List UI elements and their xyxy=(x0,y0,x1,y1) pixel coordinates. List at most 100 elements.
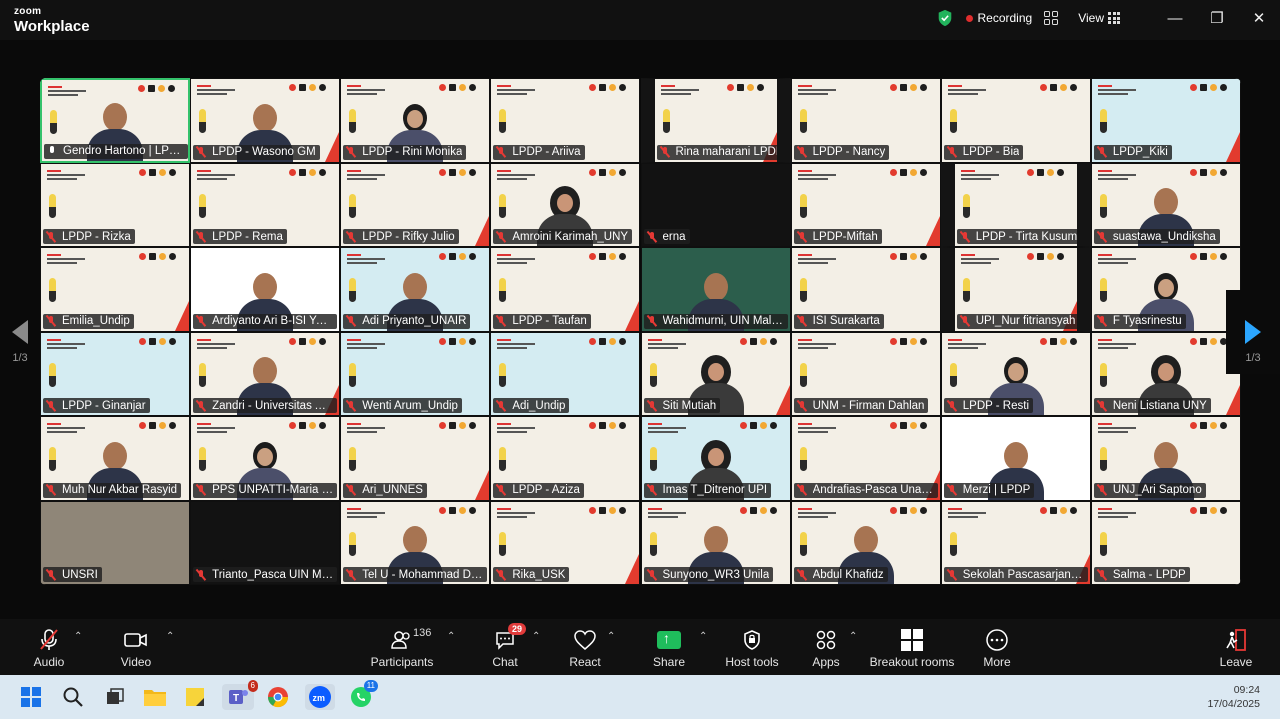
participant-tile[interactable]: Salma - LPDP xyxy=(1090,500,1241,585)
slide-decoration xyxy=(139,253,183,261)
participant-tile[interactable]: F Tyasrinestu xyxy=(1090,247,1241,332)
participant-tile[interactable]: LPDP - Taufan xyxy=(490,247,641,332)
participant-tile[interactable]: Tel U - Mohammad Dinda xyxy=(340,500,491,585)
arrow-left-icon[interactable] xyxy=(12,320,28,344)
microphone-muted-icon xyxy=(1096,146,1108,158)
microphone-muted-icon xyxy=(345,315,357,327)
close-button[interactable]: ✕ xyxy=(1238,0,1280,36)
participant-tile[interactable]: Sekolah Pascasarjana UNS xyxy=(940,500,1091,585)
share-button[interactable]: Share xyxy=(629,627,709,669)
search-icon[interactable] xyxy=(60,684,86,710)
participant-tile[interactable]: LPDP - Rifky Julio xyxy=(340,162,491,247)
security-shield-icon[interactable] xyxy=(936,9,954,27)
microphone-muted-icon xyxy=(946,146,958,158)
slide-header xyxy=(497,507,541,522)
participant-tile[interactable]: Trianto_Pasca UIN Malang xyxy=(190,500,341,585)
task-view-icon[interactable] xyxy=(102,684,128,710)
participant-tile[interactable]: Sunyono_WR3 Unila xyxy=(640,500,791,585)
participant-tile[interactable]: LPDP_Kiki xyxy=(1090,78,1241,163)
whatsapp-icon[interactable]: 11 xyxy=(348,680,378,710)
view-button[interactable]: View xyxy=(1078,11,1104,25)
audio-options-chevron-icon[interactable]: ⌃ xyxy=(74,631,82,642)
slide-pill-graphic xyxy=(349,278,357,302)
participant-tile[interactable]: LPDP - Ginanjar xyxy=(40,331,190,416)
leave-button[interactable]: Leave xyxy=(1196,627,1276,669)
restore-button[interactable]: ❐ xyxy=(1196,0,1238,36)
host-tools-button[interactable]: Host tools xyxy=(712,627,792,669)
video-button[interactable]: Video xyxy=(96,627,176,669)
participants-button[interactable]: 136 Participants xyxy=(362,627,442,669)
system-clock[interactable]: 09:24 17/04/2025 xyxy=(1207,683,1260,711)
participant-tile[interactable]: suastawa_Undiksha xyxy=(1090,162,1241,247)
participant-tile[interactable]: LPDP - Aziza xyxy=(490,416,641,501)
participant-tile[interactable]: Abdul Khafidz xyxy=(790,500,941,585)
file-explorer-icon[interactable] xyxy=(142,684,168,710)
view-grid-icon[interactable] xyxy=(1108,12,1120,24)
participant-tile[interactable]: Neni Listiana UNY xyxy=(1090,331,1241,416)
participant-tile[interactable]: Adi_Undip xyxy=(490,331,641,416)
participant-tile[interactable]: LPDP - Resti xyxy=(940,331,1091,416)
participant-tile[interactable]: Wahidmurni, UIN Malang xyxy=(640,247,791,332)
previous-page[interactable]: 1/3 xyxy=(0,290,40,374)
participant-tile[interactable]: UNSRI xyxy=(40,500,190,585)
minimize-button[interactable]: — xyxy=(1154,0,1196,36)
participant-tile[interactable]: Ardiyanto Ari B-ISI Yogyakarta xyxy=(190,247,341,332)
chat-options-chevron-icon[interactable]: ⌃ xyxy=(532,631,540,642)
apps-options-chevron-icon[interactable]: ⌃ xyxy=(849,631,857,642)
whatsapp-badge: 11 xyxy=(363,680,378,692)
share-options-chevron-icon[interactable]: ⌃ xyxy=(699,631,707,642)
participant-tile[interactable]: Ari_UNNES xyxy=(340,416,491,501)
microphone-muted-icon xyxy=(495,146,507,158)
breakout-rooms-button[interactable]: Breakout rooms xyxy=(870,627,954,669)
more-button[interactable]: More xyxy=(957,627,1037,669)
participant-tile[interactable]: LPDP - Nancy xyxy=(790,78,941,163)
teams-icon[interactable]: T 6 xyxy=(222,680,258,710)
meeting-toolbar: Audio ⌃ Video ⌃ 136 Participants ⌃ 29 Ch… xyxy=(0,619,1280,675)
participant-tile[interactable]: LPDP - Rini Monika xyxy=(340,78,491,163)
recording-label[interactable]: Recording xyxy=(978,11,1033,25)
participant-tile[interactable]: Adi Priyanto_UNAIR xyxy=(340,247,491,332)
participant-name: Wenti Arum_Undip xyxy=(362,399,458,412)
participants-options-chevron-icon[interactable]: ⌃ xyxy=(447,631,455,642)
participant-tile[interactable]: Rina maharani LPDP xyxy=(640,78,791,163)
participant-tile[interactable]: UNJ_Ari Saptono xyxy=(1090,416,1241,501)
participant-tile[interactable]: Merzi | LPDP xyxy=(940,416,1091,501)
svg-text:zm: zm xyxy=(313,693,326,703)
next-page[interactable]: 1/3 xyxy=(1226,290,1280,374)
participant-tile[interactable]: UPI_Nur fitriansyah xyxy=(940,247,1091,332)
participant-tile[interactable]: erna xyxy=(640,162,791,247)
participant-tile[interactable]: Zandri - Universitas Andalas xyxy=(190,331,341,416)
participant-tile[interactable]: Siti Mutiah xyxy=(640,331,791,416)
participant-tile[interactable]: Amroini Karimah_UNY xyxy=(490,162,641,247)
chrome-icon[interactable] xyxy=(265,684,291,710)
participant-nameplate: LPDP - Tirta Kusuma xyxy=(956,229,1077,244)
participant-tile[interactable]: Gendro Hartono | LPDP xyxy=(40,78,190,163)
zoom-taskbar-icon[interactable]: zm xyxy=(305,684,335,710)
participant-tile[interactable]: Imas T_Ditrenor UPI xyxy=(640,416,791,501)
slide-header xyxy=(1097,423,1142,437)
participant-tile[interactable]: LPDP-Miftah xyxy=(790,162,941,247)
participant-tile[interactable]: Andrafias-Pasca Unand xyxy=(790,416,941,501)
participant-tile[interactable]: ISI Surakarta xyxy=(790,247,941,332)
participant-tile[interactable]: LPDP - Wasono GM xyxy=(190,78,341,163)
sticky-notes-icon[interactable] xyxy=(182,684,208,710)
gallery-grid-icon[interactable] xyxy=(1044,11,1059,25)
participant-tile[interactable]: UNM - Firman Dahlan xyxy=(790,331,941,416)
arrow-right-icon[interactable] xyxy=(1245,320,1261,344)
participants-icon xyxy=(391,631,410,649)
participant-nameplate: UPI_Nur fitriansyah xyxy=(956,313,1077,329)
windows-start-icon[interactable] xyxy=(18,684,44,710)
participant-tile[interactable]: LPDP - Tirta Kusuma xyxy=(940,162,1091,247)
participant-tile[interactable]: LPDP - Rizka xyxy=(40,162,190,247)
title-bar-controls: Recording View — ❐ ✕ xyxy=(936,0,1280,36)
participant-tile[interactable]: Wenti Arum_Undip xyxy=(340,331,491,416)
participant-tile[interactable]: PPS UNPATTI-Maria Nendissa xyxy=(190,416,341,501)
participant-tile[interactable]: Emilia_Undip xyxy=(40,247,190,332)
participant-tile[interactable]: LPDP - Ariiva xyxy=(490,78,641,163)
participant-tile[interactable]: Muh Nur Akbar Rasyid xyxy=(40,416,190,501)
react-options-chevron-icon[interactable]: ⌃ xyxy=(607,631,615,642)
participant-tile[interactable]: LPDP - Rema xyxy=(190,162,341,247)
participant-tile[interactable]: Rika_USK xyxy=(490,500,641,585)
video-options-chevron-icon[interactable]: ⌃ xyxy=(166,631,174,642)
participant-tile[interactable]: LPDP - Bia xyxy=(940,78,1091,163)
